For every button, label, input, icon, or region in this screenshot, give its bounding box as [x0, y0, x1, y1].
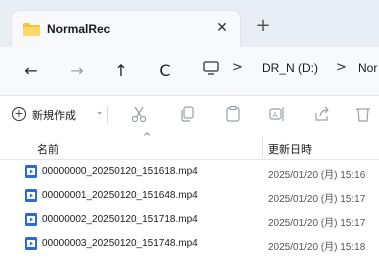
toolbar-separator	[107, 106, 108, 124]
breadcrumb-drive[interactable]: DR_N (D:)	[262, 61, 318, 75]
file-modified: 2025/01/20 (月) 15:17	[268, 218, 366, 229]
sort-ascending-icon[interactable]: ^	[143, 132, 151, 143]
share-icon[interactable]	[313, 105, 331, 123]
file-modified: 2025/01/20 (月) 15:18	[268, 242, 366, 253]
file-row[interactable]: 00000001_20250120_151648.mp4 2025/01/20 …	[0, 184, 379, 208]
command-bar: + 新規作成 ⌄ A	[0, 96, 379, 134]
rename-icon[interactable]: A	[268, 105, 286, 123]
tab-normalrec[interactable]: NormalRec ✕	[11, 10, 241, 47]
video-file-icon	[25, 237, 37, 250]
file-name: 00000002_20250120_151718.mp4	[42, 214, 198, 225]
file-name: 00000003_20250120_151748.mp4	[42, 238, 198, 249]
address-navigation-bar: ← → ↑ C > DR_N (D:) > Nor	[0, 47, 379, 95]
chevron-right-icon[interactable]: >	[336, 60, 347, 75]
video-file-icon	[25, 165, 37, 178]
back-button[interactable]: ←	[20, 60, 42, 82]
up-button[interactable]: ↑	[110, 60, 132, 82]
forward-button[interactable]: →	[66, 60, 88, 82]
copy-icon[interactable]	[178, 105, 196, 123]
column-separator[interactable]	[262, 136, 263, 158]
svg-text:A: A	[273, 111, 278, 119]
breadcrumb-folder[interactable]: Nor	[358, 61, 377, 75]
tab-strip: NormalRec ✕ +	[0, 0, 379, 47]
close-icon[interactable]: ✕	[213, 19, 231, 37]
trash-icon[interactable]	[354, 105, 372, 123]
file-row[interactable]: 00000002_20250120_151718.mp4 2025/01/20 …	[0, 208, 379, 232]
paste-icon[interactable]	[224, 105, 242, 123]
column-header-row: ^ 名前 更新日時	[0, 132, 379, 160]
file-modified: 2025/01/20 (月) 15:16	[268, 170, 366, 181]
file-name: 00000000_20250120_151618.mp4	[42, 166, 198, 177]
computer-icon[interactable]	[203, 61, 219, 75]
video-file-icon	[25, 213, 37, 226]
column-header-modified[interactable]: 更新日時	[268, 141, 312, 157]
plus-icon: +	[12, 107, 26, 121]
file-row[interactable]: 00000003_20250120_151748.mp4 2025/01/20 …	[0, 232, 379, 256]
file-modified: 2025/01/20 (月) 15:17	[268, 194, 366, 205]
cut-icon[interactable]	[130, 105, 148, 123]
file-name: 00000001_20250120_151648.mp4	[42, 190, 198, 201]
chevron-down-icon: ⌄	[96, 107, 104, 117]
folder-icon	[23, 23, 40, 36]
tab-title: NormalRec	[47, 22, 111, 36]
file-row[interactable]: 00000000_20250120_151618.mp4 2025/01/20 …	[0, 160, 379, 184]
new-tab-button[interactable]: +	[254, 17, 272, 35]
refresh-button[interactable]: C	[154, 60, 176, 82]
column-header-name[interactable]: 名前	[37, 141, 59, 157]
chevron-right-icon[interactable]: >	[232, 60, 243, 75]
video-file-icon	[25, 189, 37, 202]
new-button-label: 新規作成	[32, 109, 76, 122]
